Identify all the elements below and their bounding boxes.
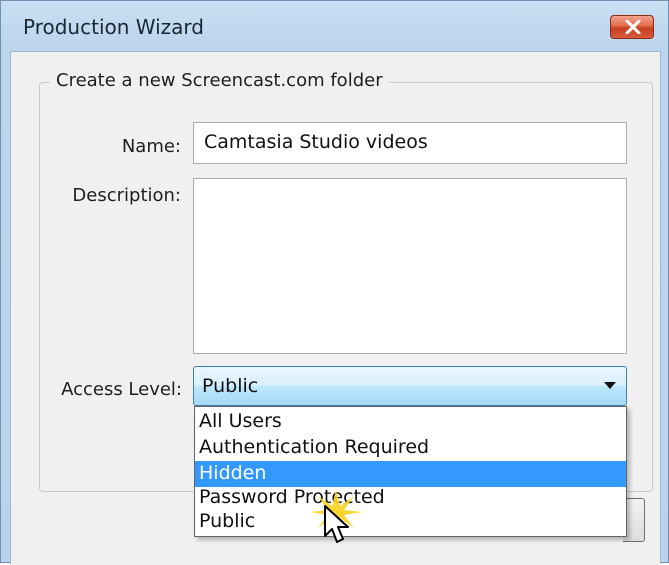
access-level-label: Access Level:: [61, 379, 182, 400]
production-wizard-window: Production Wizard Create a new Screencas…: [0, 0, 669, 565]
access-level-value: Public: [202, 375, 259, 397]
name-field[interactable]: Camtasia Studio videos: [193, 122, 627, 164]
description-field[interactable]: [193, 178, 627, 354]
option-all-users[interactable]: All Users: [195, 409, 626, 435]
close-button[interactable]: [610, 15, 654, 39]
chevron-down-icon: [604, 382, 616, 389]
description-label: Description:: [72, 185, 181, 206]
mouse-pointer-icon: [324, 505, 349, 543]
group-legend: Create a new Screencast.com folder: [50, 70, 389, 91]
access-level-dropdown-list: All Users Authentication Required Hidden…: [194, 406, 627, 537]
dialog-client-area: Create a new Screencast.com folder Name:…: [10, 51, 661, 565]
option-authentication-required[interactable]: Authentication Required: [195, 435, 626, 461]
option-hidden[interactable]: Hidden: [195, 461, 626, 487]
close-x-icon: [625, 20, 641, 34]
window-title: Production Wizard: [23, 15, 204, 39]
name-label: Name:: [121, 136, 181, 157]
title-bar[interactable]: Production Wizard: [1, 1, 668, 51]
access-level-select[interactable]: Public: [193, 366, 627, 406]
name-field-value: Camtasia Studio videos: [204, 131, 428, 153]
option-public[interactable]: Public: [195, 509, 626, 535]
option-password-protected[interactable]: Password Protected: [195, 485, 626, 511]
